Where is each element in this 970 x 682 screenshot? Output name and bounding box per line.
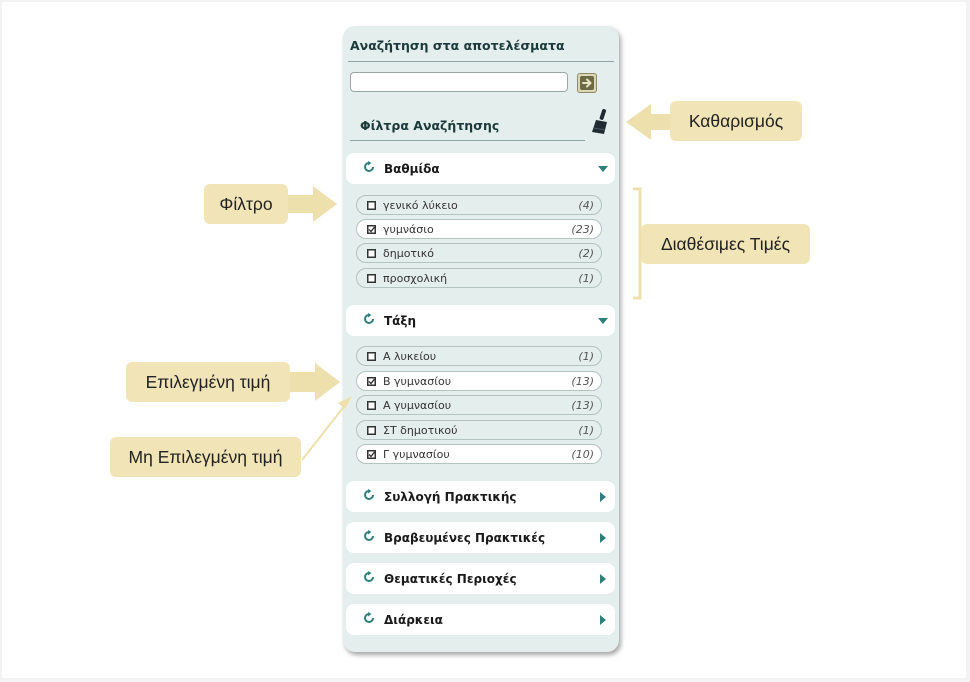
facet-value-selected[interactable]: γυμνάσιο (23) bbox=[356, 219, 602, 239]
refresh-icon bbox=[364, 530, 374, 541]
facet-label: Θεματικές Περιοχές bbox=[384, 572, 517, 586]
triangle-down-icon bbox=[598, 166, 608, 172]
facet-value[interactable]: γενικό λύκειο (4) bbox=[356, 195, 602, 215]
refresh-icon bbox=[364, 489, 374, 500]
checkbox-checked-icon bbox=[367, 450, 376, 459]
filters-title: Φίλτρα Αναζήτησης bbox=[360, 118, 500, 133]
checkbox-checked-icon bbox=[367, 225, 376, 234]
search-input[interactable] bbox=[350, 72, 568, 92]
facet-value-count: (1) bbox=[578, 272, 594, 285]
facet-value-label: Α γυμνασίου bbox=[383, 399, 452, 412]
facet-value[interactable]: Α λυκείου (1) bbox=[356, 346, 602, 366]
checkbox-checked-icon bbox=[367, 377, 376, 386]
facet-value-count: (10) bbox=[571, 448, 594, 461]
checkbox-unchecked-icon bbox=[367, 401, 376, 410]
triangle-right-icon bbox=[600, 492, 606, 502]
facet-header-syllogi-praktikis[interactable]: Συλλογή Πρακτικής bbox=[346, 481, 615, 512]
facet-label: Βραβευμένες Πρακτικές bbox=[384, 531, 546, 545]
facet-value-selected[interactable]: Γ γυμνασίου (10) bbox=[356, 444, 602, 464]
checkbox-unchecked-icon bbox=[367, 274, 376, 283]
refresh-icon bbox=[364, 612, 374, 623]
facet-value-label: προσχολική bbox=[383, 272, 448, 285]
facet-label: Συλλογή Πρακτικής bbox=[384, 490, 517, 504]
facet-value[interactable]: δημοτικό (2) bbox=[356, 243, 602, 263]
facet-value-label: Γ γυμνασίου bbox=[383, 448, 450, 461]
facet-value-selected[interactable]: Β γυμνασίου (13) bbox=[356, 371, 602, 391]
checkbox-unchecked-icon bbox=[367, 352, 376, 361]
facet-header-diarkeia[interactable]: Διάρκεια bbox=[346, 604, 615, 635]
facet-value-count: (4) bbox=[578, 199, 594, 212]
facet-value-count: (2) bbox=[578, 247, 594, 260]
checkbox-unchecked-icon bbox=[367, 249, 376, 258]
callout-unselected-value: Μη Επιλεγμένη τιμή bbox=[110, 437, 301, 477]
search-title: Αναζήτηση στα αποτελέσματα bbox=[350, 38, 565, 53]
facet-label: Διάρκεια bbox=[384, 613, 443, 627]
broom-icon bbox=[592, 109, 607, 134]
triangle-right-icon bbox=[600, 615, 606, 625]
facet-header-vathmida[interactable]: Βαθμίδα bbox=[346, 153, 615, 184]
facet-value-label: Β γυμνασίου bbox=[383, 375, 452, 388]
facet-value-label: γυμνάσιο bbox=[383, 223, 434, 236]
divider bbox=[350, 140, 585, 141]
facet-value-label: δημοτικό bbox=[383, 247, 434, 260]
triangle-down-icon bbox=[598, 318, 608, 324]
facet-value-count: (13) bbox=[571, 375, 594, 388]
facet-value-label: γενικό λύκειο bbox=[383, 199, 458, 212]
facet-value[interactable]: ΣΤ δημοτικού (1) bbox=[356, 420, 602, 440]
facet-value-count: (13) bbox=[571, 399, 594, 412]
callout-filter: Φίλτρο bbox=[204, 184, 288, 224]
facet-value[interactable]: προσχολική (1) bbox=[356, 268, 602, 288]
facet-value-count: (1) bbox=[578, 350, 594, 363]
callout-selected-value: Επιλεγμένη τιμή bbox=[126, 362, 290, 402]
facet-value-count: (23) bbox=[571, 223, 594, 236]
callout-clear: Καθαρισμός bbox=[670, 101, 802, 141]
clear-filters-button[interactable] bbox=[590, 108, 612, 136]
facet-value-count: (1) bbox=[578, 424, 594, 437]
facet-value[interactable]: Α γυμνασίου (13) bbox=[356, 395, 602, 415]
facet-header-taxi[interactable]: Τάξη bbox=[346, 305, 615, 336]
facet-label: Βαθμίδα bbox=[384, 162, 440, 176]
arrow-right-icon bbox=[580, 76, 594, 90]
triangle-right-icon bbox=[600, 574, 606, 584]
refresh-icon bbox=[364, 571, 374, 582]
callout-available-values: Διαθέσιμες Τιμές bbox=[641, 224, 810, 264]
facet-value-label: Α λυκείου bbox=[383, 350, 437, 363]
facet-value-label: ΣΤ δημοτικού bbox=[383, 424, 458, 437]
refresh-icon bbox=[364, 313, 374, 324]
search-go-button[interactable] bbox=[577, 73, 597, 93]
facet-header-vraveumenes-praktikes[interactable]: Βραβευμένες Πρακτικές bbox=[346, 522, 615, 553]
facet-header-thematikes-perioxes[interactable]: Θεματικές Περιοχές bbox=[346, 563, 615, 594]
triangle-right-icon bbox=[600, 533, 606, 543]
facet-label: Τάξη bbox=[384, 314, 417, 328]
divider bbox=[348, 61, 614, 62]
checkbox-unchecked-icon bbox=[367, 201, 376, 210]
refresh-icon bbox=[364, 161, 374, 172]
checkbox-unchecked-icon bbox=[367, 426, 376, 435]
